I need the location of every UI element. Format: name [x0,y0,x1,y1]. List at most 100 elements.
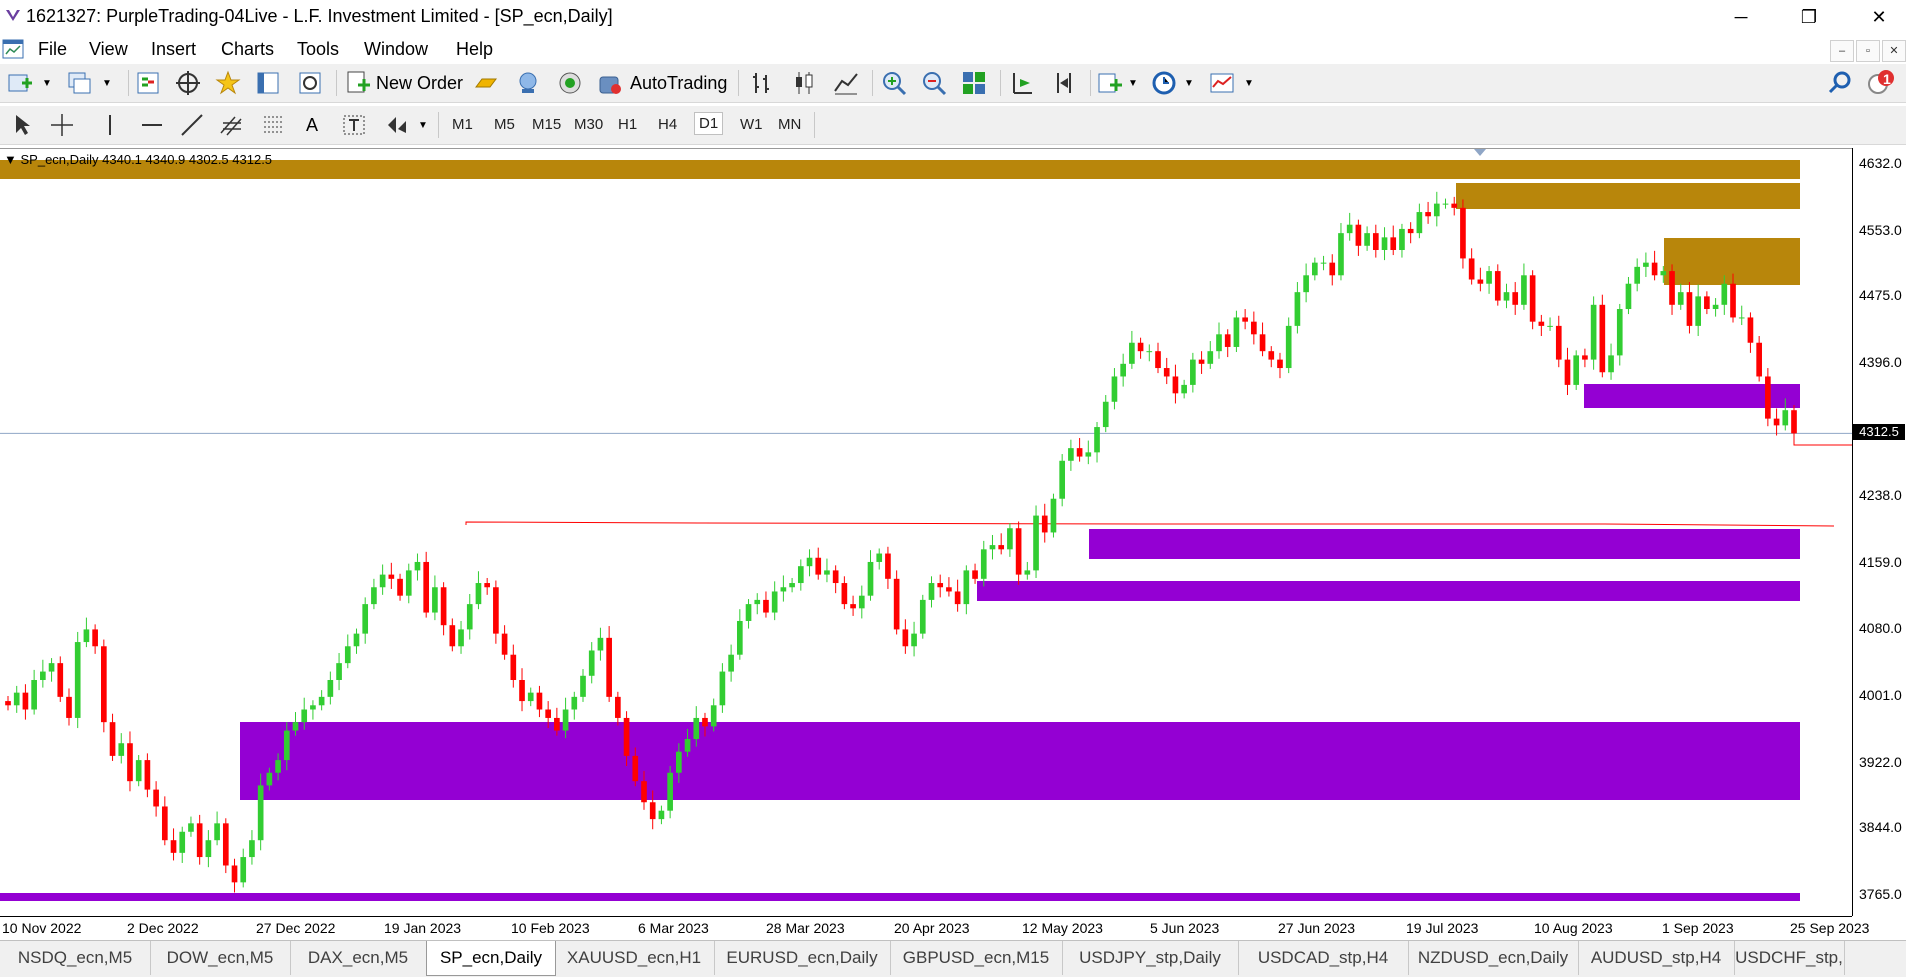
chart-tab[interactable]: AUDUSD_stp,H4 [1578,941,1735,975]
candle-body [257,785,264,841]
candle-body [144,760,151,790]
menu-view[interactable]: View [89,39,128,60]
standard-toolbar: ▼ ▼ New Order AutoTrading ▼ ▼ ▼ 1 [0,64,1906,103]
strategy-tester-icon[interactable] [296,69,324,97]
chart-shift-icon[interactable] [1050,69,1078,97]
chart-tab[interactable]: SP_ecn,Daily [426,941,556,976]
candle-body [1329,262,1336,276]
zoom-out-icon[interactable] [920,69,948,97]
signals-icon[interactable] [514,69,542,97]
arrows-shapes-icon[interactable] [382,111,410,139]
timeframe-m5[interactable]: M5 [490,114,519,135]
candlestick-chart[interactable] [0,149,1852,917]
chart-tab[interactable]: USDJPY_stp,Daily [1062,941,1239,975]
time-tick-label: 27 Jun 2023 [1278,920,1356,936]
crosshair-navigator-icon[interactable] [174,69,202,97]
trendline-icon[interactable] [178,111,206,139]
timeframe-m30[interactable]: M30 [570,114,607,135]
chart-tab[interactable]: USDCAD_stp,H4 [1238,941,1409,975]
chart-tab[interactable]: DAX_ecn,M5 [290,941,427,975]
close-button[interactable]: ✕ [1856,0,1902,34]
horizontal-line-icon[interactable] [138,111,166,139]
candle-body [1416,212,1423,234]
candle-body [676,751,682,773]
symbol-info: ▼ SP_ecn,Daily 4340.1 4340.9 4302.5 4312… [4,152,272,167]
menu-window[interactable]: Window [364,39,428,60]
equidistant-channel-icon[interactable] [218,111,246,139]
candle-body [1094,427,1100,453]
new-order-icon[interactable] [344,69,372,97]
candle-body [972,570,978,579]
candle-body [1451,203,1458,208]
mdi-minimize-button[interactable]: – [1830,40,1854,62]
candle-body [806,557,813,567]
tile-windows-icon[interactable] [960,69,988,97]
vertical-line-icon[interactable] [96,111,124,139]
timeframe-m1[interactable]: M1 [448,114,477,135]
mdi-restore-button[interactable]: ▫ [1856,40,1880,62]
collapse-arrow-icon[interactable]: ▼ [4,152,17,167]
price-axis[interactable]: 4632.0 4553.0 4475.0 4396.0 4238.0 4159.0 4080… [1852,148,1906,916]
bar-chart-icon[interactable] [748,69,776,97]
mdi-close-button[interactable]: ✕ [1882,40,1906,62]
candle-body [1738,317,1745,319]
chart-tab[interactable]: EURUSD_ecn,Daily [714,941,891,975]
auto-scroll-icon[interactable] [1008,69,1036,97]
dropdown-arrow-icon[interactable]: ▼ [1244,78,1254,89]
dropdown-arrow-icon[interactable]: ▼ [1128,78,1138,89]
menu-tools[interactable]: Tools [297,39,339,60]
menu-help[interactable]: Help [456,39,493,60]
chart-tab[interactable]: USDCHF_stp, [1734,941,1845,975]
timeframe-w1[interactable]: W1 [736,114,767,135]
candle-body [858,595,865,609]
timeframe-m15[interactable]: M15 [528,114,565,135]
candle-body [919,599,926,634]
zoom-in-icon[interactable] [880,69,908,97]
candlestick-icon[interactable] [790,69,818,97]
chart-tab[interactable]: GBPUSD_ecn,M15 [890,941,1063,975]
chart-tab[interactable]: DOW_ecn,M5 [150,941,291,975]
dropdown-arrow-icon[interactable]: ▼ [418,120,428,131]
candle-body [1181,384,1187,394]
dropdown-arrow-icon[interactable]: ▼ [42,78,52,89]
templates-icon[interactable] [1208,69,1236,97]
title-bar: 1621327: PurpleTrading-04Live - L.F. Inv… [0,0,1906,34]
restore-button[interactable]: ❐ [1786,0,1832,34]
fibonacci-icon[interactable] [260,111,288,139]
menu-file[interactable]: File [38,39,67,60]
favorites-star-icon[interactable] [214,69,242,97]
profiles-icon[interactable] [66,69,94,97]
timeframe-h1[interactable]: H1 [614,114,641,135]
timeframe-h4[interactable]: H4 [654,114,681,135]
crosshair-icon[interactable] [48,111,76,139]
indicators-icon[interactable] [1096,69,1124,97]
price-chart[interactable] [0,148,1852,917]
menu-charts[interactable]: Charts [221,39,274,60]
market-icon[interactable] [556,69,584,97]
data-window-icon[interactable] [254,69,282,97]
chart-tab[interactable]: XAUUSD_ecn,H1 [554,941,715,975]
new-order-button[interactable]: New Order [376,73,463,94]
dropdown-arrow-icon[interactable]: ▼ [1184,78,1194,89]
line-chart-icon[interactable] [832,69,860,97]
menu-insert[interactable]: Insert [151,39,196,60]
chart-tab[interactable]: NSDQ_ecn,M5 [0,941,151,975]
periods-clock-icon[interactable] [1150,69,1178,97]
chart-window-icon [2,39,24,59]
autotrading-icon[interactable] [596,69,624,97]
gold-bar-icon[interactable] [472,69,500,97]
timeframe-d1[interactable]: D1 [694,112,724,135]
text-label-icon[interactable] [340,111,368,139]
time-axis[interactable]: 10 Nov 2022 2 Dec 2022 27 Dec 2022 19 Jan 2… [0,916,1869,939]
search-icon[interactable] [1826,69,1854,97]
minimize-button[interactable]: ─ [1718,0,1764,34]
text-tool-icon[interactable]: A [306,115,318,136]
cursor-arrow-icon[interactable] [8,111,36,139]
timeframe-mn[interactable]: MN [774,114,805,135]
candle-body [1390,237,1397,250]
chart-tab[interactable]: NZDUSD_ecn,Daily [1408,941,1579,975]
dropdown-arrow-icon[interactable]: ▼ [102,78,112,89]
market-watch-icon[interactable] [134,69,162,97]
autotrading-button[interactable]: AutoTrading [630,73,727,94]
new-chart-icon[interactable] [6,69,34,97]
